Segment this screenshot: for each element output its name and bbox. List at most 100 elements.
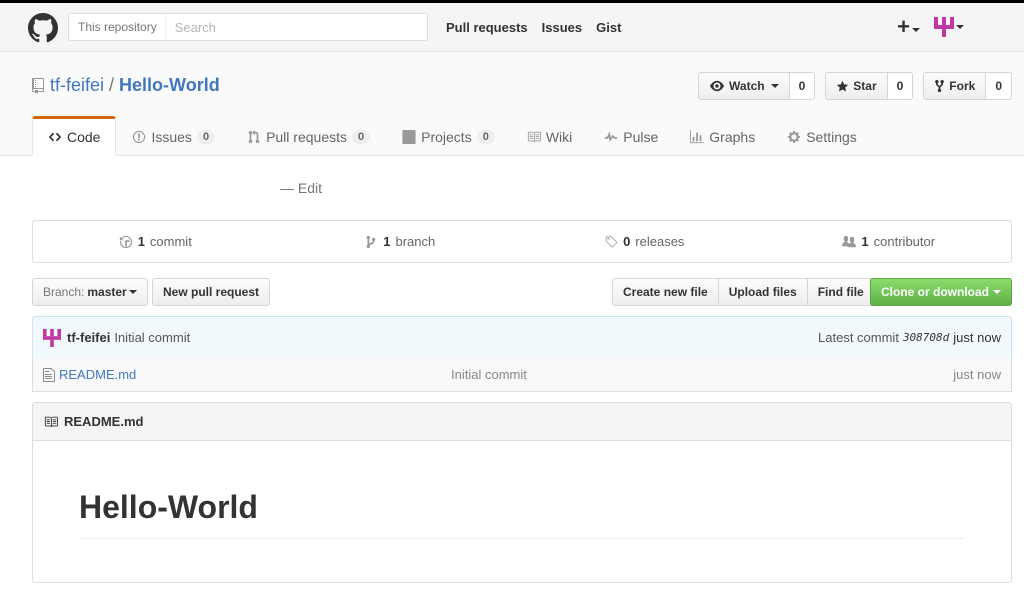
releases-link[interactable]: 0 releases (522, 221, 767, 262)
star-button[interactable]: Star (825, 72, 888, 100)
organization-icon (842, 235, 857, 247)
tab-label: Graphs (709, 129, 756, 145)
tab-label: Wiki (545, 129, 573, 145)
commits-link[interactable]: 1 commit (33, 221, 278, 262)
watch-button[interactable]: Watch (698, 72, 790, 100)
fork-label: Fork (949, 79, 976, 93)
latest-commit-label: Latest commit (818, 330, 899, 345)
tab-settings[interactable]: Settings (771, 116, 873, 156)
tab-pulse[interactable]: Pulse (588, 116, 674, 156)
repo-title: tf-feifei / Hello-World (32, 75, 220, 96)
latest-commit-bar: tf-feifei Initial commit Latest commit 3… (32, 316, 1012, 359)
tab-label: Pulse (623, 129, 659, 145)
readme-box: README.md Hello-World (32, 402, 1012, 583)
header-actions: + (897, 15, 964, 37)
nav-pull-requests[interactable]: Pull requests (446, 20, 528, 35)
create-new-file-button[interactable]: Create new file (612, 278, 719, 306)
avatar (43, 328, 61, 347)
commit-author-link[interactable]: tf-feifei (67, 330, 110, 345)
tab-pull-requests[interactable]: Pull requests 0 (231, 116, 386, 156)
projects-counter: 0 (476, 130, 495, 144)
fork-button[interactable]: Fork (923, 72, 987, 100)
tab-code[interactable]: Code (32, 116, 117, 156)
site-header: This repository Pull requests Issues Gis… (0, 3, 1024, 52)
clone-or-download-button[interactable]: Clone or download (870, 278, 1012, 306)
branches-count: 1 (383, 234, 391, 249)
find-file-button[interactable]: Find file (806, 278, 875, 306)
file-row: README.md Initial commit just now (32, 358, 1012, 392)
watch-label: Watch (729, 79, 765, 93)
clone-label: Clone or download (881, 285, 989, 299)
contributors-label: contributor (873, 234, 936, 249)
file-name-link[interactable]: README.md (59, 367, 136, 382)
repo-icon (32, 77, 44, 94)
repo-owner-link[interactable]: tf-feifei (50, 75, 104, 96)
tab-projects[interactable]: Projects 0 (386, 116, 511, 156)
new-menu-button[interactable]: + (897, 15, 920, 37)
gear-icon (788, 130, 801, 144)
fork-group: Fork 0 (923, 72, 1012, 100)
tab-label: Code (67, 129, 101, 145)
tab-label: Projects (421, 129, 472, 145)
history-icon (119, 235, 132, 248)
repo-header: tf-feifei / Hello-World Watch 0 Star 0 F… (0, 52, 1024, 156)
readme-title: README.md (64, 414, 144, 429)
chevron-down-icon (770, 84, 779, 88)
plus-icon: + (897, 13, 910, 39)
file-text-icon (43, 367, 55, 382)
commit-age: just now (953, 330, 1001, 345)
fork-count[interactable]: 0 (986, 72, 1012, 100)
issue-icon (133, 130, 146, 144)
nav-gist[interactable]: Gist (596, 20, 621, 35)
branch-value: master (87, 285, 127, 299)
commit-sha-link[interactable]: 308708d (903, 331, 949, 344)
new-pull-request-button[interactable]: New pull request (152, 278, 271, 306)
chevron-down-icon (993, 290, 1001, 294)
contributors-count: 1 (861, 234, 869, 249)
tab-label: Pull requests (266, 129, 347, 145)
branches-label: branch (395, 234, 436, 249)
watch-count[interactable]: 0 (789, 72, 816, 100)
commits-label: commit (149, 234, 192, 249)
tab-label: Settings (806, 129, 857, 145)
tab-graphs[interactable]: Graphs (674, 116, 771, 156)
readme-heading: Hello-World (79, 489, 965, 539)
github-logo-icon[interactable] (28, 13, 58, 43)
book-icon (44, 416, 58, 427)
branch-select-button[interactable]: Branch: master (32, 278, 148, 306)
repo-separator: / (109, 75, 115, 95)
branches-link[interactable]: 1 branch (278, 221, 523, 262)
star-count[interactable]: 0 (887, 72, 914, 100)
repo-summary: 1 commit 1 branch 0 releases 1 contribut… (32, 220, 1012, 263)
graph-icon (690, 130, 705, 144)
tag-icon (605, 235, 618, 247)
description-edit-link[interactable]: — Edit (280, 180, 322, 196)
tab-issues[interactable]: Issues 0 (116, 116, 231, 156)
tab-wiki[interactable]: Wiki (511, 116, 588, 156)
file-age: just now (953, 367, 1001, 382)
upload-files-button[interactable]: Upload files (717, 278, 808, 306)
star-icon (837, 80, 849, 91)
project-icon (402, 130, 416, 144)
code-icon (48, 132, 62, 142)
readme-header: README.md (33, 403, 1011, 441)
chevron-down-icon (128, 290, 137, 294)
watch-group: Watch 0 (698, 72, 816, 100)
file-actions: Create new file Upload files Find file (612, 278, 875, 306)
pull-requests-counter: 0 (352, 130, 371, 144)
commit-message-link[interactable]: Initial commit (114, 330, 190, 345)
star-label: Star (853, 79, 877, 93)
search-box: This repository (68, 13, 428, 41)
user-menu-button[interactable] (934, 17, 964, 37)
eye-icon (710, 80, 725, 92)
pulse-icon (605, 131, 618, 142)
repo-name-link[interactable]: Hello-World (119, 75, 220, 96)
avatar (934, 17, 954, 37)
releases-label: releases (635, 234, 685, 249)
file-commit-message-link[interactable]: Initial commit (451, 367, 527, 382)
branch-label: Branch: (43, 285, 85, 299)
nav-issues[interactable]: Issues (542, 20, 582, 35)
contributors-link[interactable]: 1 contributor (767, 221, 1012, 262)
commits-count: 1 (137, 234, 145, 249)
search-input[interactable] (165, 14, 427, 40)
